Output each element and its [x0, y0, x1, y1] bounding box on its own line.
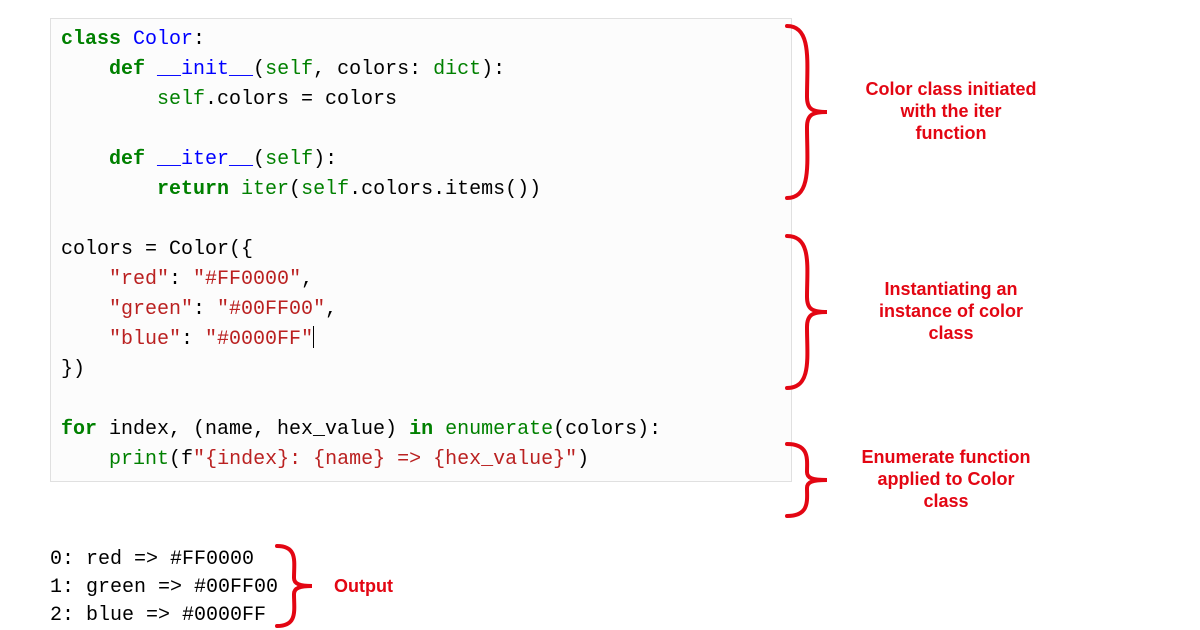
code-line: }) [61, 355, 781, 385]
code-line [61, 115, 781, 145]
code-token: .colors.items()) [349, 178, 541, 201]
annotation-text: Enumerate function [861, 447, 1030, 467]
code-token: " [193, 448, 205, 471]
code-token: ) [577, 448, 589, 471]
code-token: ( [253, 148, 265, 171]
annotation-instantiating: Instantiating an instance of color class [856, 278, 1046, 344]
code-token: {index} [205, 448, 289, 471]
code-token: (f [169, 448, 193, 471]
code-token: __init__ [157, 58, 253, 81]
code-token: => [385, 448, 433, 471]
code-token: , [325, 298, 337, 321]
annotation-text: with the iter [900, 101, 1001, 121]
code-token: self [265, 148, 313, 171]
code-token: : [193, 298, 217, 321]
code-token [61, 178, 157, 201]
code-token: self [265, 58, 313, 81]
code-token: "#FF0000" [193, 268, 301, 291]
code-token: class [61, 28, 133, 51]
code-token: : [181, 328, 205, 351]
code-line: def __iter__(self): [61, 145, 781, 175]
annotation-text: Instantiating an [884, 279, 1017, 299]
code-token: : [169, 268, 193, 291]
code-token: "#0000FF" [205, 328, 313, 351]
output-block: 0: red => #FF00001: green => #00FF002: b… [50, 546, 278, 630]
code-token: "red" [109, 268, 169, 291]
code-token [61, 268, 109, 291]
code-token: {hex_value} [433, 448, 565, 471]
code-token: ): [481, 58, 505, 81]
code-token: def [109, 58, 157, 81]
code-token: , [301, 268, 313, 291]
code-token: for [61, 418, 109, 441]
output-line: 0: red => #FF0000 [50, 546, 278, 574]
code-token: "#00FF00" [217, 298, 325, 321]
code-token: : [289, 448, 313, 471]
code-token: "green" [109, 298, 193, 321]
code-token: , colors: [313, 58, 433, 81]
code-token: "blue" [109, 328, 181, 351]
code-token: }) [61, 358, 85, 381]
output-line: 1: green => #00FF00 [50, 574, 278, 602]
code-line: "blue": "#0000FF" [61, 325, 781, 355]
code-line: "red": "#FF0000", [61, 265, 781, 295]
code-line: "green": "#00FF00", [61, 295, 781, 325]
code-token [61, 58, 109, 81]
brace-icon [272, 542, 322, 630]
annotation-text: function [916, 123, 987, 143]
code-token: dict [433, 58, 481, 81]
code-token [61, 448, 109, 471]
output-line: 2: blue => #0000FF [50, 602, 278, 630]
code-token [61, 88, 157, 111]
code-token: print [109, 448, 169, 471]
code-token: .colors = colors [205, 88, 397, 111]
code-line: colors = Color({ [61, 235, 781, 265]
code-block: class Color: def __init__(self, colors: … [50, 18, 792, 482]
code-token: index, (name, hex_value) [109, 418, 409, 441]
code-line [61, 385, 781, 415]
annotation-text: applied to Color [878, 469, 1015, 489]
code-token: __iter__ [157, 148, 253, 171]
code-token: Color [133, 28, 193, 51]
code-line: print(f"{index}: {name} => {hex_value}") [61, 445, 781, 475]
code-token: : [193, 28, 205, 51]
code-token: return [157, 178, 241, 201]
code-token: ): [313, 148, 337, 171]
annotation-text: Output [334, 576, 393, 596]
code-token: ( [253, 58, 265, 81]
code-token: ( [289, 178, 301, 201]
annotation-enumerate: Enumerate function applied to Color clas… [846, 446, 1046, 512]
code-token: in [409, 418, 445, 441]
code-token: self [301, 178, 349, 201]
annotation-text: class [928, 323, 973, 343]
code-token [61, 148, 109, 171]
code-token: def [109, 148, 157, 171]
code-token: colors = Color({ [61, 238, 253, 261]
annotation-text: instance of color [879, 301, 1023, 321]
code-token [61, 298, 109, 321]
code-line: for index, (name, hex_value) in enumerat… [61, 415, 781, 445]
code-token [61, 328, 109, 351]
code-line: self.colors = colors [61, 85, 781, 115]
code-token: iter [241, 178, 289, 201]
annotation-output: Output [334, 575, 393, 597]
code-line: return iter(self.colors.items()) [61, 175, 781, 205]
code-token: " [565, 448, 577, 471]
code-line: class Color: [61, 25, 781, 55]
annotation-text: class [923, 491, 968, 511]
annotation-color-class: Color class initiated with the iter func… [856, 78, 1046, 144]
text-cursor [313, 326, 314, 348]
code-line: def __init__(self, colors: dict): [61, 55, 781, 85]
code-token: enumerate [445, 418, 553, 441]
code-token: {name} [313, 448, 385, 471]
annotation-text: Color class initiated [865, 79, 1036, 99]
code-token: self [157, 88, 205, 111]
code-line [61, 205, 781, 235]
code-token: (colors): [553, 418, 661, 441]
